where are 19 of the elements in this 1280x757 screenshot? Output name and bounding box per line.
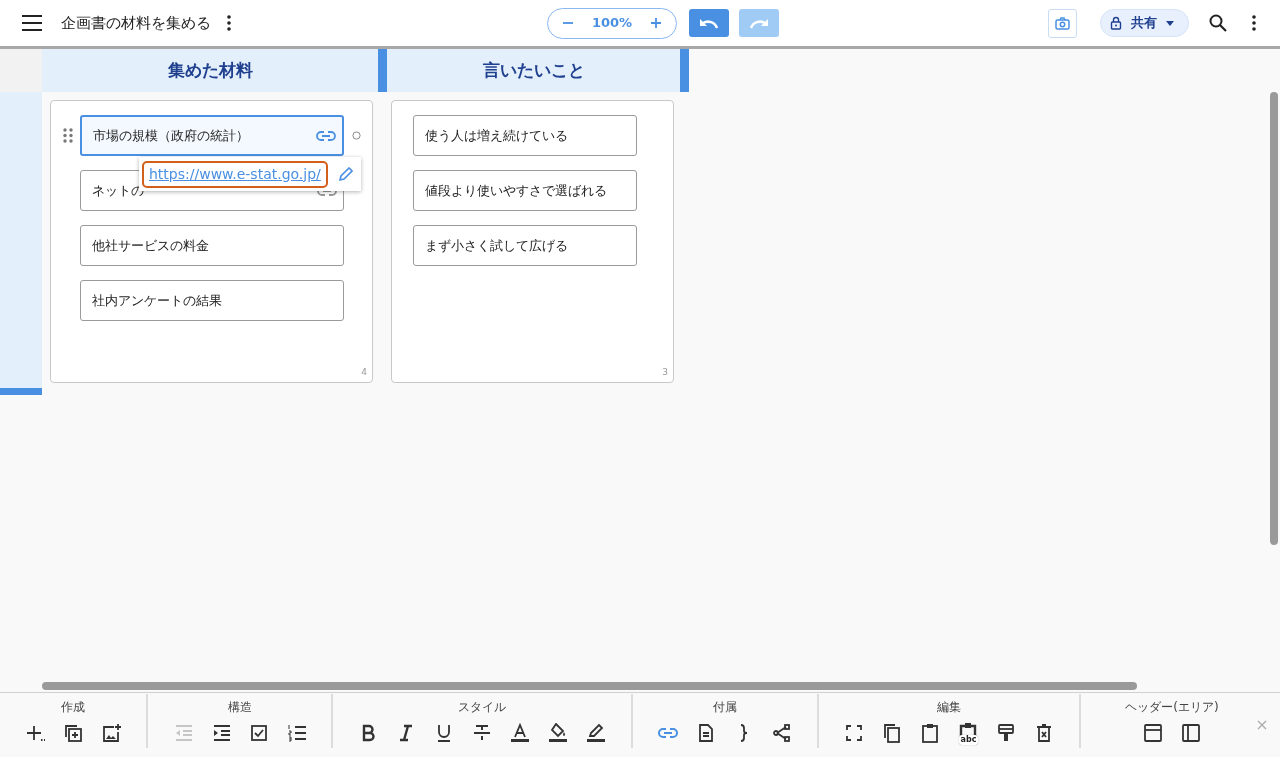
card-text: 社内アンケートの結果: [92, 291, 223, 310]
group-label: 作成: [61, 701, 85, 714]
document-title: 企画書の材料を集める: [61, 12, 211, 34]
group-label: スタイル: [458, 701, 506, 714]
column-header: 集めた材料: [42, 49, 387, 92]
column-header: 言いたいこと: [387, 49, 689, 92]
group-label: 編集: [937, 701, 961, 714]
item-count: 3: [662, 365, 668, 379]
card-text: 値段より使いやすさで選ばれる: [425, 181, 608, 200]
card-text: 使う人は増え続けている: [425, 126, 569, 145]
group-label: ヘッダー(エリア): [1125, 701, 1219, 714]
zoom-level: 100%: [591, 14, 633, 33]
abc-label: abc: [958, 735, 979, 745]
card-text: 市場の規模（政府の統計）: [93, 126, 250, 145]
card-text: 他社サービスの料金: [92, 236, 210, 255]
group-label: 構造: [227, 701, 252, 714]
item-count: 4: [361, 365, 367, 379]
group-label: 付属: [713, 701, 737, 714]
card-text: まず小さく試して広げる: [425, 236, 569, 255]
